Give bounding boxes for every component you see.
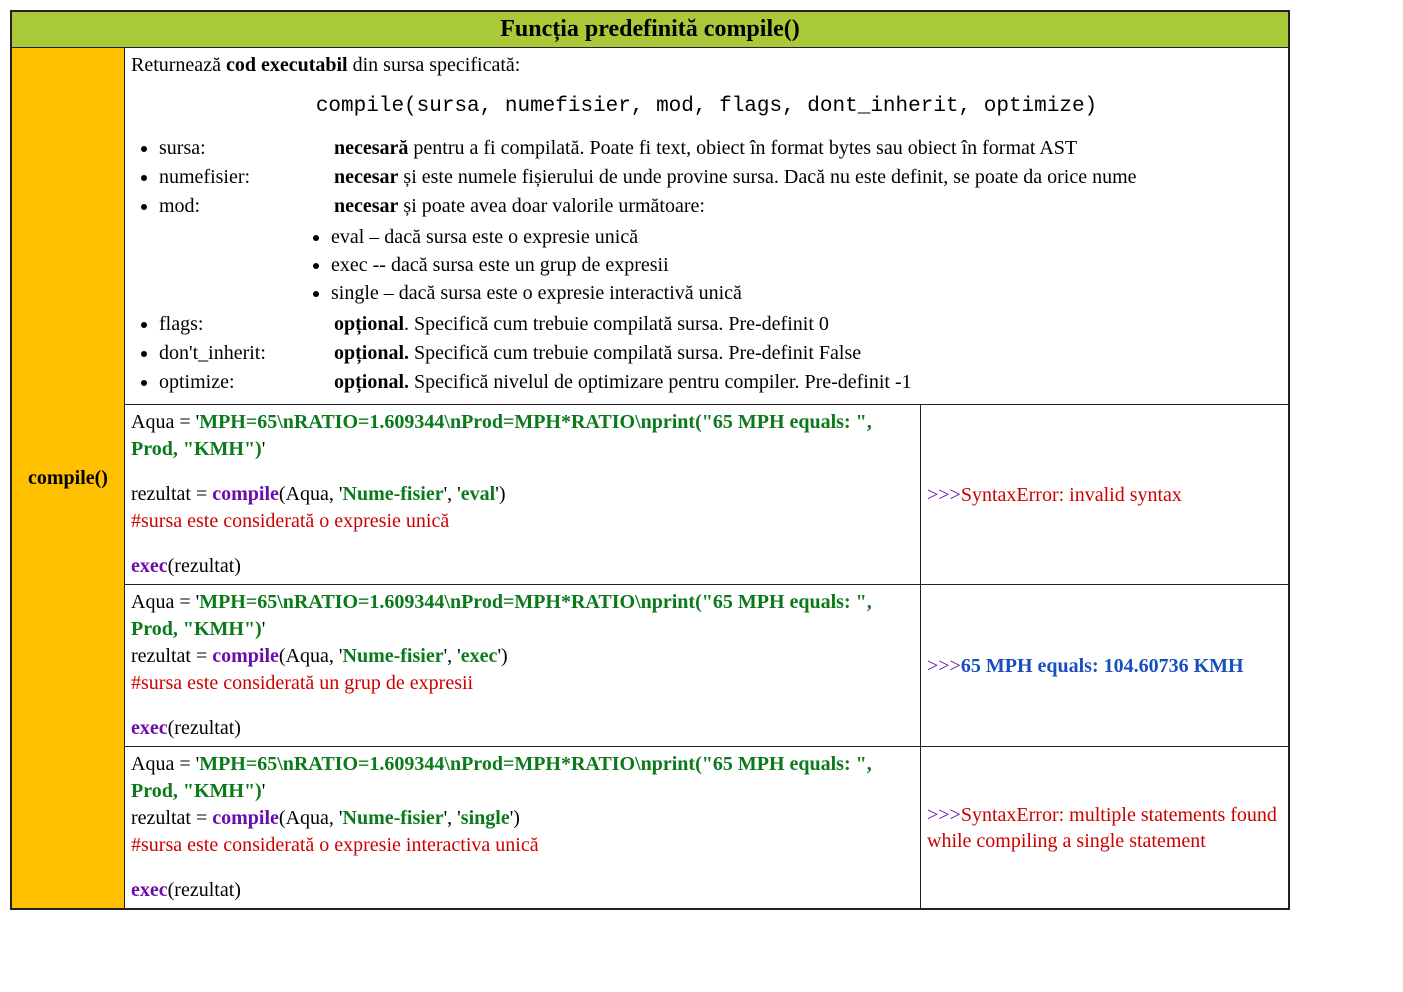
mod-exec: exec -- dacă sursa este un grup de expre… bbox=[331, 252, 1282, 279]
param-optimize: optimize:opțional. Specifică nivelul de … bbox=[159, 369, 1282, 396]
param-mod: mod:necesar și poate avea doar valorile … bbox=[159, 193, 1282, 220]
params-list: sursa:necesară pentru a fi compilată. Po… bbox=[159, 135, 1282, 220]
output-cell-single: >>>SyntaxError: multiple statements foun… bbox=[921, 747, 1290, 910]
description-cell: Returnează cod executabil din sursa spec… bbox=[125, 48, 1290, 405]
code-cell-exec: Aqua = 'MPH=65\nRATIO=1.609344\nProd=MPH… bbox=[125, 585, 921, 747]
param-flags: flags:opțional. Specifică cum trebuie co… bbox=[159, 311, 1282, 338]
param-sursa: sursa:necesară pentru a fi compilată. Po… bbox=[159, 135, 1282, 162]
table-title: Funcția predefinită compile() bbox=[11, 11, 1289, 48]
example-row-single: Aqua = 'MPH=65\nRATIO=1.609344\nProd=MPH… bbox=[11, 747, 1289, 910]
output-cell-exec: >>>65 MPH equals: 104.60736 KMH bbox=[921, 585, 1290, 747]
mod-eval: eval – dacă sursa este o expresie unică bbox=[331, 224, 1282, 251]
comment-single: #sursa este considerată o expresie inter… bbox=[131, 834, 539, 856]
param-dont-inherit: don't_inherit:opțional. Specifică cum tr… bbox=[159, 340, 1282, 367]
intro-text-1: Returnează bbox=[131, 54, 226, 76]
code-cell-eval: Aqua = 'MPH=65\nRATIO=1.609344\nProd=MPH… bbox=[125, 405, 921, 585]
mod-single: single – dacă sursa este o expresie inte… bbox=[331, 280, 1282, 307]
signature: compile(sursa, numefisier, mod, flags, d… bbox=[131, 93, 1282, 121]
output-cell-eval: >>>SyntaxError: invalid syntax bbox=[921, 405, 1290, 585]
param-numefisier: numefisier:necesar și este numele fișier… bbox=[159, 164, 1282, 191]
params-list-2: flags:opțional. Specifică cum trebuie co… bbox=[159, 311, 1282, 396]
output-eval: SyntaxError: invalid syntax bbox=[961, 484, 1182, 506]
mod-sublist: eval – dacă sursa este o expresie unică … bbox=[331, 224, 1282, 307]
output-single: SyntaxError: multiple statements found w… bbox=[927, 804, 1277, 852]
comment-eval: #sursa este considerată o expresie unică bbox=[131, 510, 449, 532]
compile-table: Funcția predefinită compile() compile() … bbox=[10, 10, 1290, 910]
code-cell-single: Aqua = 'MPH=65\nRATIO=1.609344\nProd=MPH… bbox=[125, 747, 921, 910]
output-exec: 65 MPH equals: 104.60736 KMH bbox=[961, 655, 1244, 677]
function-label: compile() bbox=[11, 48, 125, 910]
example-row-eval: Aqua = 'MPH=65\nRATIO=1.609344\nProd=MPH… bbox=[11, 405, 1289, 585]
intro-text-2: din sursa specificată: bbox=[348, 54, 521, 76]
intro-bold: cod executabil bbox=[226, 54, 348, 76]
comment-exec: #sursa este considerată un grup de expre… bbox=[131, 672, 473, 694]
example-row-exec: Aqua = 'MPH=65\nRATIO=1.609344\nProd=MPH… bbox=[11, 585, 1289, 747]
